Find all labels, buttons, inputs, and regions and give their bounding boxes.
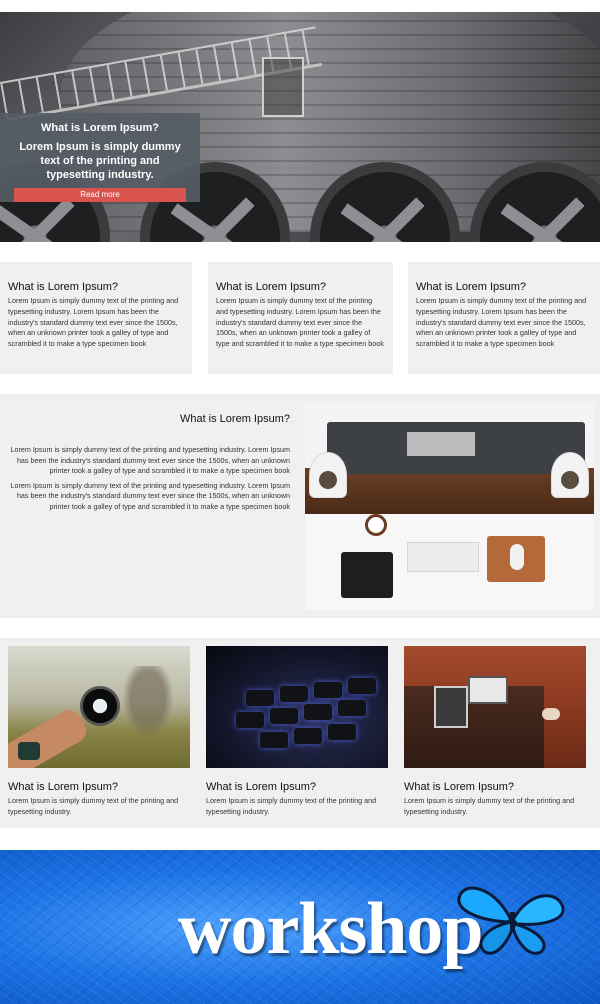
about-paragraph: Lorem Ipsum is simply dummy text of the …: [10, 480, 291, 511]
feature-title: What is Lorem Ipsum?: [416, 281, 527, 293]
lens-photo[interactable]: [8, 646, 190, 768]
key-image: [294, 728, 322, 744]
hero-title: What is Lorem Ipsum?: [41, 122, 159, 134]
key-image: [280, 686, 308, 702]
feature-title: What is Lorem Ipsum?: [216, 281, 327, 293]
speaker-image: [309, 452, 347, 498]
mouse-image: [510, 544, 524, 570]
feature-cards: What is Lorem Ipsum? Lorem Ipsum is simp…: [0, 262, 600, 374]
watch-image: [18, 742, 40, 760]
gallery-text: Lorem Ipsum is simply dummy text of the …: [206, 796, 377, 816]
key-image: [260, 732, 288, 748]
keyboard-image: [407, 432, 475, 456]
tree-image: [118, 666, 178, 746]
key-image: [328, 724, 356, 740]
gallery-item: What is Lorem Ipsum? Lorem Ipsum is simp…: [8, 646, 190, 817]
speaker-image: [551, 452, 589, 498]
gallery-item: What is Lorem Ipsum? Lorem Ipsum is simp…: [404, 646, 586, 817]
about-paragraph: Lorem Ipsum is simply dummy text of the …: [10, 445, 291, 476]
key-image: [338, 700, 366, 716]
feature-card: What is Lorem Ipsum? Lorem Ipsum is simp…: [208, 262, 393, 374]
key-image: [236, 712, 264, 728]
feature-text: Lorem Ipsum is simply dummy text of the …: [8, 296, 179, 349]
workshop-wordmark: workshop: [178, 888, 484, 970]
cup-image: [365, 514, 387, 536]
gallery-title[interactable]: What is Lorem Ipsum?: [8, 780, 190, 794]
gallery-section: What is Lorem Ipsum? Lorem Ipsum is simp…: [0, 638, 600, 828]
key-image: [246, 690, 274, 706]
key-image: [314, 682, 342, 698]
gallery-title[interactable]: What is Lorem Ipsum?: [206, 780, 388, 794]
living-room-photo[interactable]: [404, 646, 586, 768]
lens-image: [80, 686, 120, 726]
feature-card: What is Lorem Ipsum? Lorem Ipsum is simp…: [408, 262, 600, 374]
key-image: [304, 704, 332, 720]
gallery-item: What is Lorem Ipsum? Lorem Ipsum is simp…: [206, 646, 388, 817]
gallery-title[interactable]: What is Lorem Ipsum?: [404, 780, 586, 794]
feature-text: Lorem Ipsum is simply dummy text of the …: [416, 296, 587, 349]
hero-text: Lorem Ipsum is simply dummy text of the …: [19, 141, 181, 181]
about-section: What is Lorem Ipsum? Lorem Ipsum is simp…: [0, 394, 600, 618]
scale-image: [341, 552, 393, 598]
gallery-text: Lorem Ipsum is simply dummy text of the …: [404, 796, 575, 816]
feature-text: Lorem Ipsum is simply dummy text of the …: [216, 296, 384, 349]
feature-title: What is Lorem Ipsum?: [8, 281, 119, 293]
keyboard-image: [407, 542, 479, 572]
feature-card: What is Lorem Ipsum? Lorem Ipsum is simp…: [0, 262, 192, 374]
hero-banner: What is Lorem Ipsum? Lorem Ipsum is simp…: [0, 12, 600, 242]
read-more-button[interactable]: Read more: [14, 188, 186, 202]
desk-photo: [305, 402, 594, 610]
about-text-block: What is Lorem Ipsum? Lorem Ipsum is simp…: [8, 412, 291, 517]
hero-card: What is Lorem Ipsum? Lorem Ipsum is simp…: [0, 113, 200, 202]
butterfly-icon: [457, 886, 565, 955]
laptop-image: [468, 676, 508, 704]
workshop-banner: workshop: [0, 850, 600, 1004]
hut-image: [262, 57, 304, 117]
pillow-image: [434, 686, 468, 728]
about-title: What is Lorem Ipsum?: [179, 413, 290, 425]
key-image: [348, 678, 376, 694]
gallery-text: Lorem Ipsum is simply dummy text of the …: [8, 796, 179, 816]
key-image: [270, 708, 298, 724]
slippers-image: [542, 708, 560, 720]
keyboard-photo[interactable]: [206, 646, 388, 768]
